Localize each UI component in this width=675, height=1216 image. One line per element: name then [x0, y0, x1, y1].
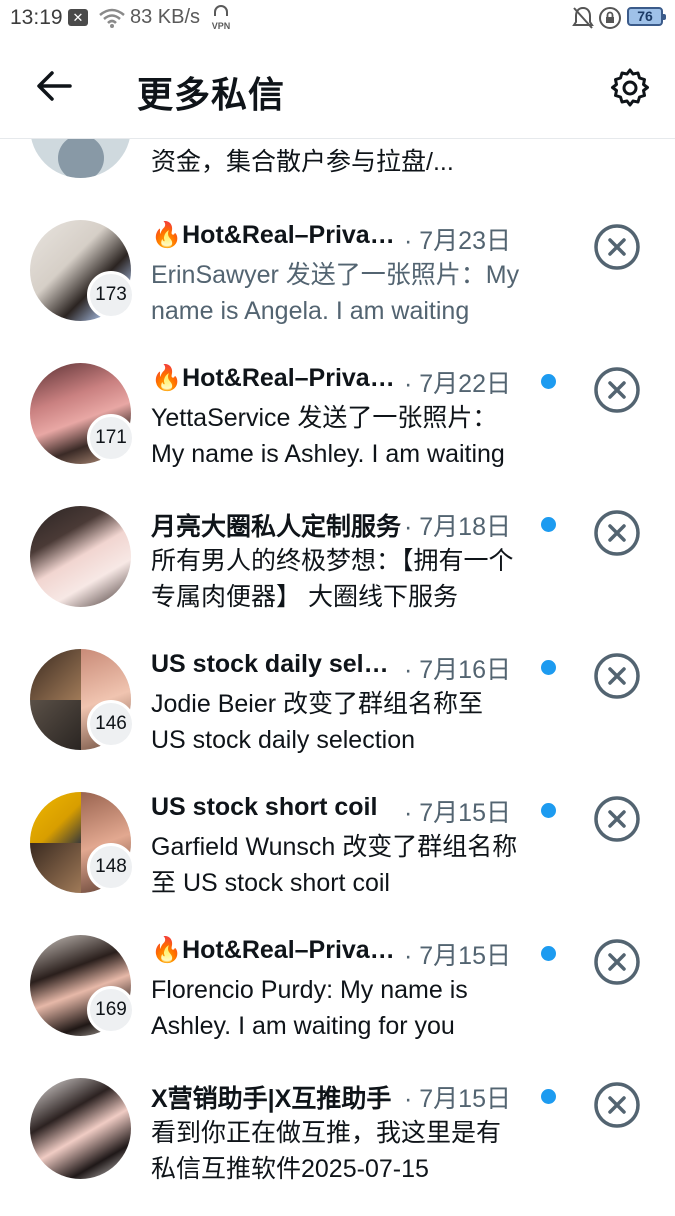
- message-preview: YettaService 发送了一张照片：My name is Ashley. …: [151, 404, 505, 468]
- conversation-list: 资金，集合散户参与拉盘/... 173 🔥Hot&Real–Private Ch…: [0, 72, 675, 1216]
- unread-indicator: [541, 660, 556, 675]
- rotation-lock-icon: [599, 7, 621, 29]
- conversation-date: · 7月16日: [404, 656, 511, 684]
- conversation-name: US stock daily selection: [151, 650, 401, 678]
- unread-indicator: [541, 946, 556, 961]
- svg-text:VPN: VPN: [212, 21, 231, 31]
- conversation-date: · 7月18日: [404, 513, 511, 541]
- conversation-name: 月亮大圈私人定制服务: [151, 513, 401, 541]
- member-count-badge: 146: [87, 700, 135, 748]
- list-item[interactable]: 月亮大圈私人定制服务 · 7月18日 所有男人的终极梦想：【拥有一个专属肉便器】…: [0, 501, 675, 644]
- member-count-badge: 173: [87, 271, 135, 319]
- unread-indicator: [541, 1089, 556, 1104]
- list-item[interactable]: X营销助手|X互推助手 · 7月15日 看到你正在做互推，我这里是有私信互推软件…: [0, 1073, 675, 1216]
- conversation-name: US stock short coil: [151, 793, 378, 821]
- back-arrow-icon[interactable]: [34, 68, 74, 104]
- list-item[interactable]: 146 US stock daily selection · 7月16日 Jod…: [0, 644, 675, 787]
- list-item[interactable]: 169 🔥Hot&Real–Private Chat · 7月15日 Flore…: [0, 930, 675, 1073]
- top-app-bar: 更多私信: [0, 36, 675, 139]
- message-preview: 资金，集合散户参与拉盘/...: [151, 148, 454, 176]
- close-icon[interactable]: [593, 223, 641, 271]
- battery-indicator: 76: [627, 7, 666, 26]
- member-count-badge: 169: [87, 986, 135, 1034]
- close-icon[interactable]: [593, 1081, 641, 1129]
- message-preview: Florencio Purdy: My name is Ashley. I am…: [151, 976, 468, 1040]
- message-preview: 所有男人的终极梦想：【拥有一个专属肉便器】 大圈线下服务: [151, 547, 514, 611]
- member-count-badge: 148: [87, 843, 135, 891]
- close-icon[interactable]: [593, 366, 641, 414]
- avatar: [30, 506, 131, 607]
- message-preview: ErinSawyer 发送了一张照片：My name is Angela. I …: [151, 261, 520, 325]
- unread-indicator: [541, 803, 556, 818]
- unread-indicator: [541, 517, 556, 532]
- network-speed: 83 KB/s: [130, 6, 201, 28]
- conversation-date: · 7月15日: [404, 799, 511, 827]
- list-item[interactable]: 171 🔥Hot&Real–Private Chat · 7月22日 Yetta…: [0, 358, 675, 501]
- bell-muted-icon: [572, 6, 594, 29]
- member-count-badge: 171: [87, 414, 135, 462]
- gear-icon[interactable]: [608, 66, 652, 110]
- conversation-name: X营销助手|X互推助手: [151, 1085, 392, 1113]
- conversation-date: · 7月15日: [404, 1085, 511, 1113]
- close-icon[interactable]: [593, 509, 641, 557]
- avatar: [30, 1078, 131, 1179]
- close-icon[interactable]: [593, 795, 641, 843]
- close-icon[interactable]: [593, 652, 641, 700]
- status-time: 13:19: [10, 6, 63, 29]
- vpn-icon: VPN: [212, 5, 231, 31]
- unread-indicator: [541, 374, 556, 389]
- conversation-name: 🔥Hot&Real–Private Chat: [151, 364, 401, 392]
- conversation-date: · 7月22日: [404, 370, 511, 398]
- close-icon[interactable]: [593, 938, 641, 986]
- list-item[interactable]: 173 🔥Hot&Real–Private Chat · 7月23日 ErinS…: [0, 215, 675, 358]
- message-preview: 看到你正在做互推，我这里是有私信互推软件2025-07-15: [151, 1119, 502, 1183]
- message-preview: Garfield Wunsch 改变了群组名称至 US stock short …: [151, 833, 518, 897]
- status-bar: 13:19 ✕ 83 KB/s VPN 76: [0, 0, 675, 36]
- conversation-date: · 7月15日: [404, 942, 511, 970]
- message-preview: Jodie Beier 改变了群组名称至 US stock daily sele…: [151, 690, 484, 754]
- wifi-icon: [99, 8, 125, 28]
- page-title: 更多私信: [137, 74, 286, 115]
- conversation-name: 🔥Hot&Real–Private Chat: [151, 221, 401, 249]
- x-notification-icon: ✕: [68, 9, 88, 26]
- list-item[interactable]: 148 US stock short coil · 7月15日 Garfield…: [0, 787, 675, 930]
- conversation-date: · 7月23日: [404, 227, 511, 255]
- conversation-name: 🔥Hot&Real–Private Chat: [151, 936, 401, 964]
